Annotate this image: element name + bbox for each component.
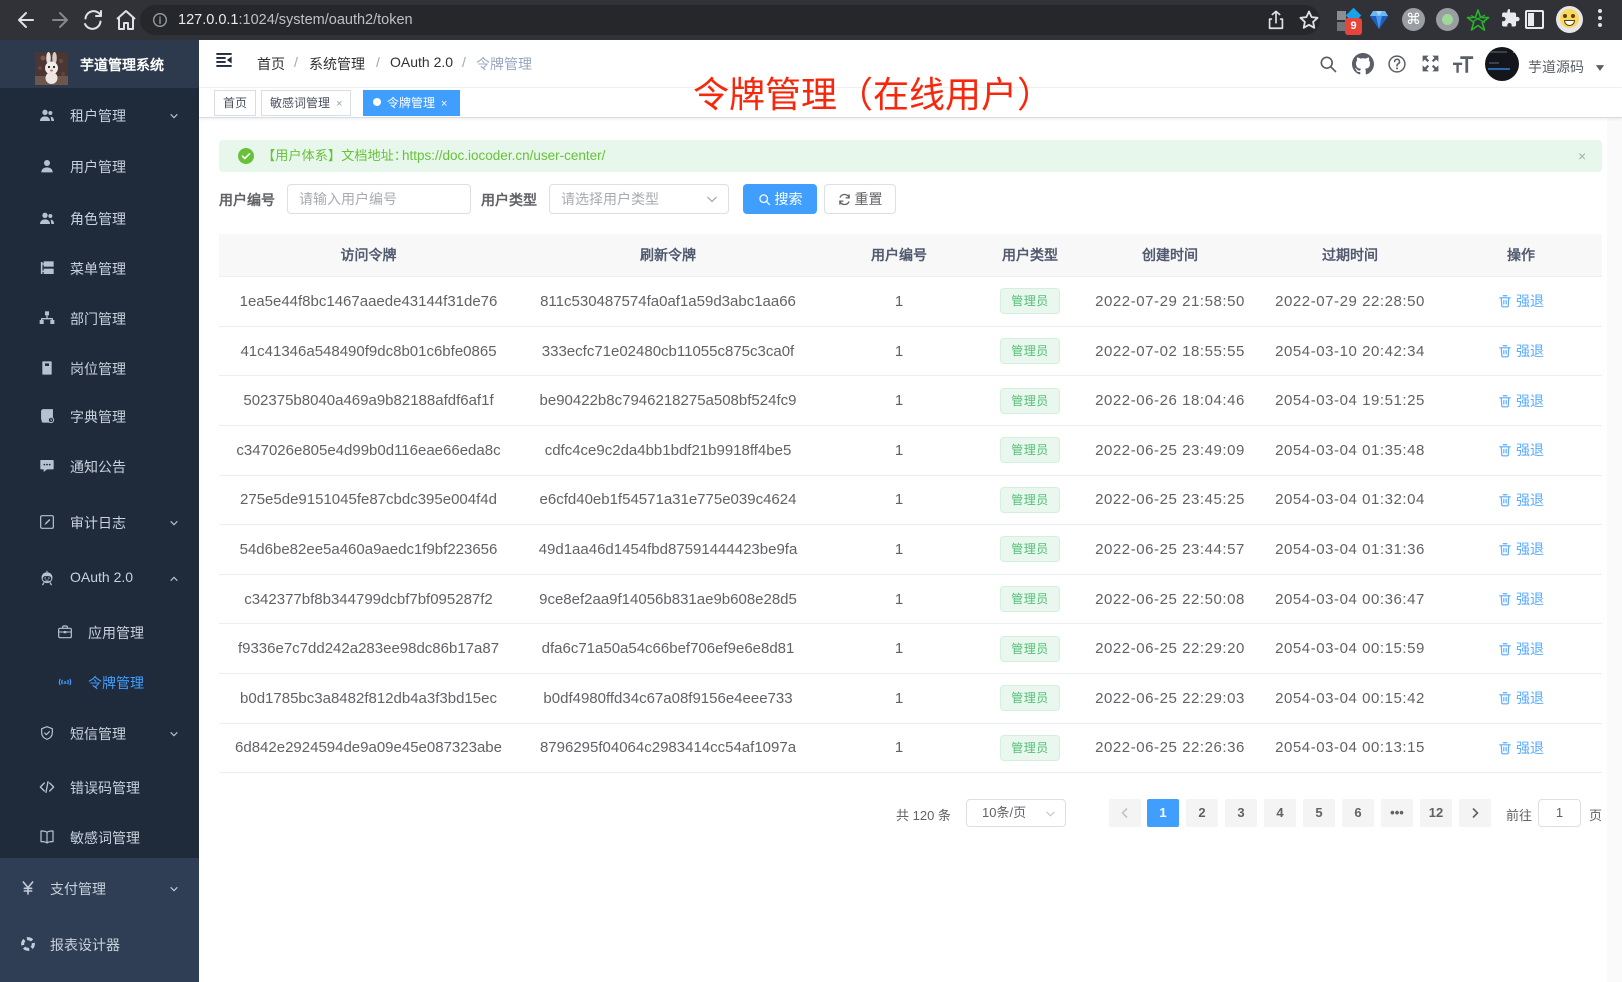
svg-text:a: a (64, 680, 67, 686)
